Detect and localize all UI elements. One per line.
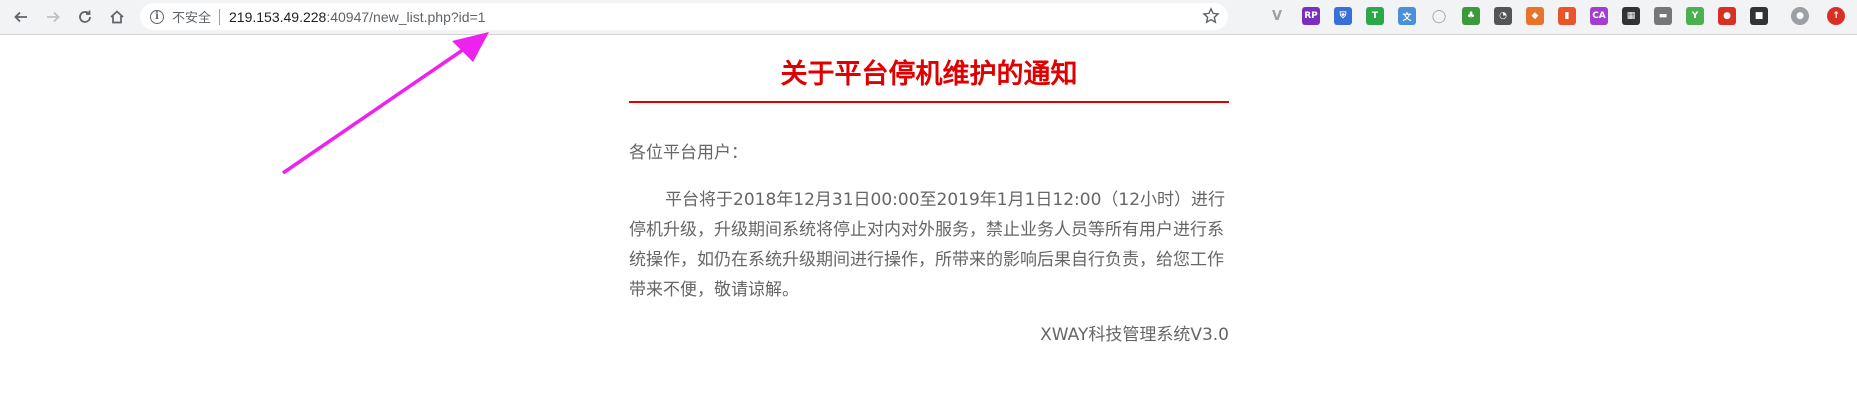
circle-extension-icon[interactable]: ◯ xyxy=(1430,7,1448,25)
panel-extension-icon[interactable]: ▬ xyxy=(1654,7,1672,25)
clock-extension-icon[interactable]: ◔ xyxy=(1494,7,1512,25)
t-extension-icon[interactable]: T xyxy=(1366,7,1384,25)
greeting-text: 各位平台用户： xyxy=(629,143,748,163)
notice-article: 关于平台停机维护的通知 各位平台用户： 平台将于2018年12月31日00:00… xyxy=(629,34,1229,349)
vue-devtools-icon[interactable]: V xyxy=(1268,7,1286,25)
browser-toolbar: i 不安全 219.153.49.228:40947/new_list.php?… xyxy=(0,0,1857,35)
reload-button[interactable] xyxy=(74,6,96,28)
notice-body: 平台将于2018年12月31日00:00至2019年1月1日12:00（12小时… xyxy=(629,190,1226,300)
grid-extension-icon[interactable]: ▦ xyxy=(1622,7,1640,25)
ca-extension-icon[interactable]: CA xyxy=(1590,7,1608,25)
info-icon[interactable]: i xyxy=(150,9,164,24)
url-host[interactable]: 219.153.49.228 xyxy=(229,9,326,25)
fox-extension-icon[interactable]: ◆ xyxy=(1526,7,1544,25)
forward-arrow-icon xyxy=(47,11,60,23)
profile-avatar-icon[interactable]: ● xyxy=(1791,7,1809,25)
signature-text: XWAY科技管理系统V3.0 xyxy=(1040,325,1229,345)
reload-icon xyxy=(79,10,91,23)
address-bar[interactable]: i 不安全 219.153.49.228:40947/new_list.php?… xyxy=(140,3,1228,30)
santa-extension-icon[interactable]: ● xyxy=(1718,7,1736,25)
orange-extension-icon[interactable]: ▮ xyxy=(1558,7,1576,25)
update-icon[interactable]: ↑ xyxy=(1827,7,1845,25)
mask-extension-icon[interactable]: ■ xyxy=(1750,7,1768,25)
page-title: 关于平台停机维护的通知 xyxy=(780,59,1078,90)
bookmark-star-icon[interactable] xyxy=(1202,7,1220,25)
green-extension-icon[interactable]: ♣ xyxy=(1462,7,1480,25)
home-icon xyxy=(110,10,124,24)
rp-extension-icon[interactable]: RP xyxy=(1302,7,1320,25)
annotation-arrow-shaft xyxy=(282,43,471,175)
shield-extension-icon[interactable]: ⛨ xyxy=(1334,7,1352,25)
y-extension-icon[interactable]: Y xyxy=(1686,7,1704,25)
annotation-arrow-head xyxy=(452,32,489,62)
back-button[interactable] xyxy=(10,6,32,28)
translate-extension-icon[interactable]: 文 xyxy=(1398,7,1416,25)
home-button[interactable] xyxy=(106,6,128,28)
url-path[interactable]: :40947/new_list.php?id=1 xyxy=(326,9,485,25)
security-label[interactable]: 不安全 xyxy=(172,7,211,26)
title-divider xyxy=(629,101,1229,103)
omnibox-divider xyxy=(219,8,221,25)
forward-button[interactable] xyxy=(42,6,64,28)
back-arrow-icon xyxy=(14,11,27,23)
